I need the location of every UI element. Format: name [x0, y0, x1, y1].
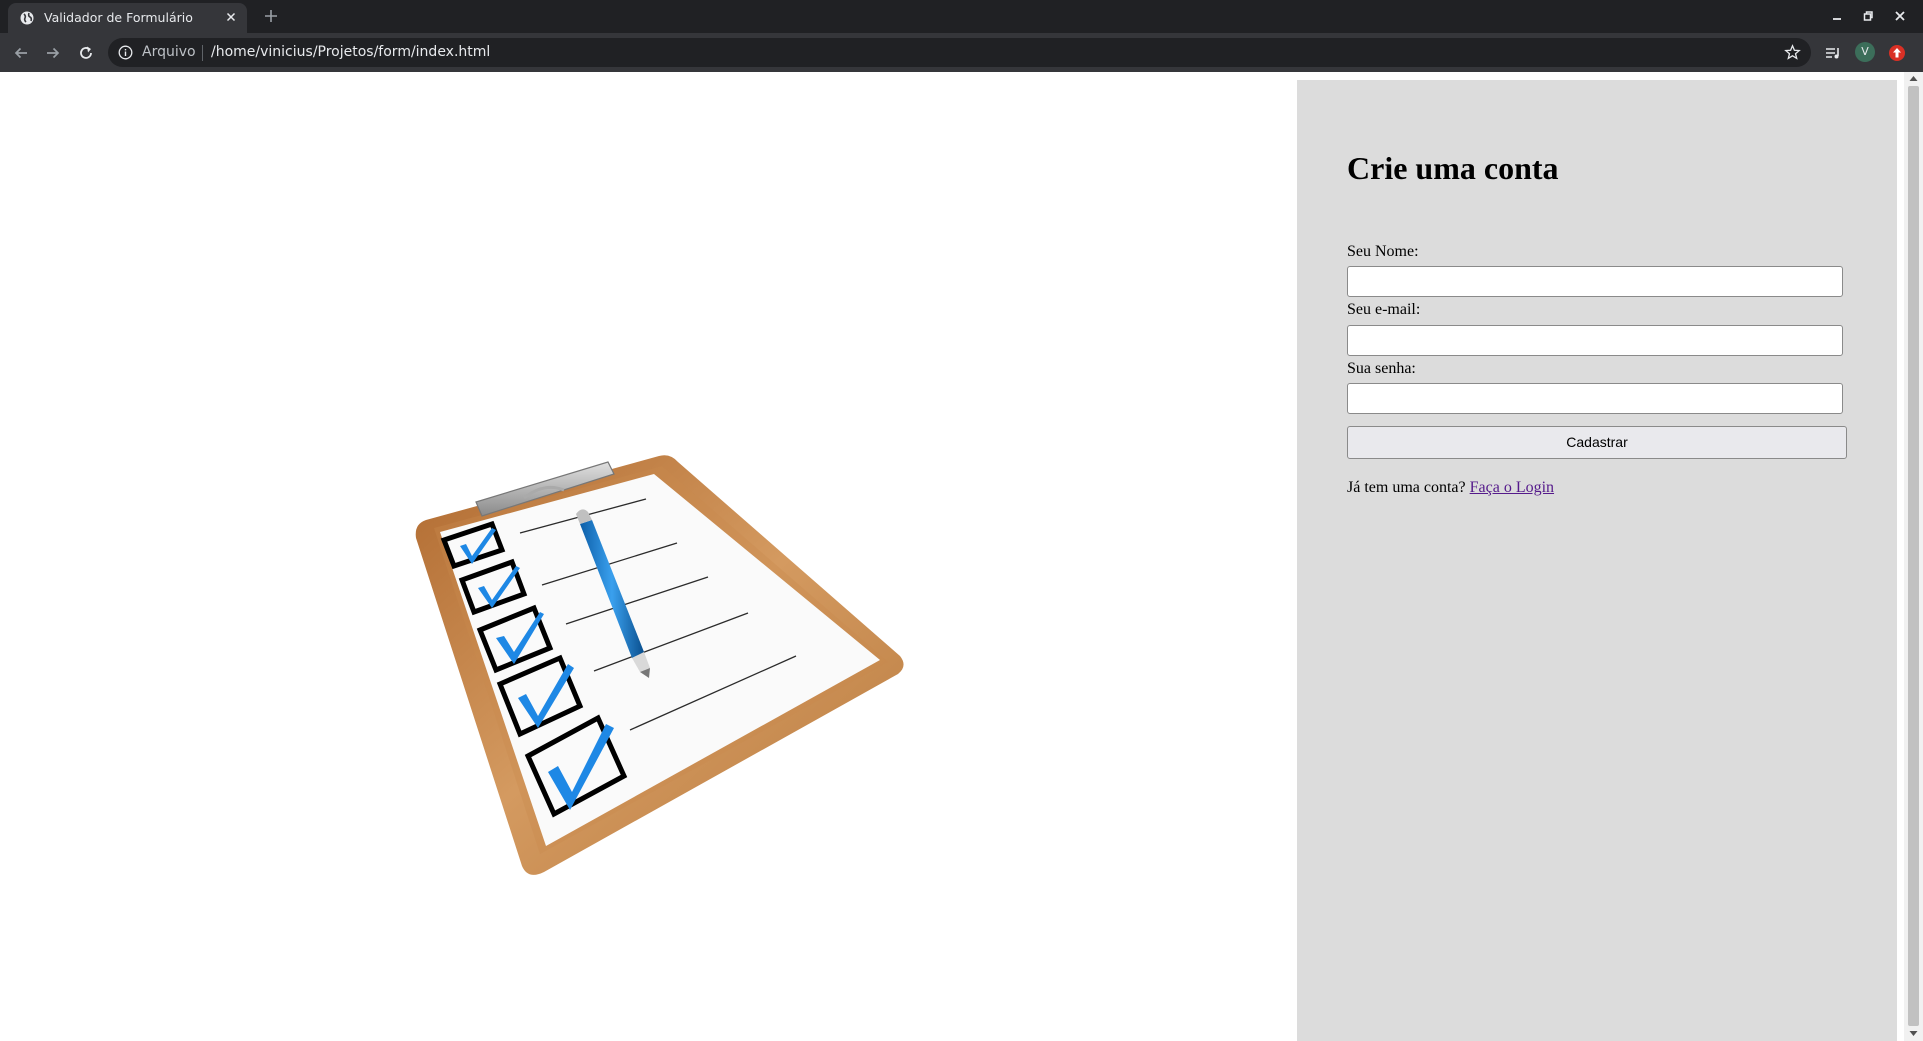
login-link[interactable]: Faça o Login — [1470, 479, 1554, 496]
url-divider — [202, 45, 203, 61]
extension-icon[interactable] — [1887, 43, 1907, 63]
back-arrow-icon[interactable] — [11, 43, 31, 63]
reload-icon[interactable] — [76, 43, 96, 63]
page-viewport: Crie uma conta Seu Nome: Seu e-mail: Sua… — [0, 72, 1923, 1041]
tab-strip: Validador de Formulário — [0, 0, 1923, 33]
login-prompt-text: Já tem uma conta? — [1347, 479, 1466, 496]
submit-button[interactable]: Cadastrar — [1347, 426, 1847, 459]
star-icon[interactable] — [1784, 44, 1801, 61]
email-label: Seu e-mail: — [1347, 301, 1421, 318]
forward-arrow-icon[interactable] — [43, 43, 63, 63]
password-label: Sua senha: — [1347, 360, 1416, 377]
globe-icon — [20, 11, 34, 25]
url-text[interactable]: /home/vinicius/Projetos/form/index.html — [211, 44, 490, 60]
form-title: Crie uma conta — [1347, 150, 1559, 186]
scroll-up-arrow-icon[interactable] — [1909, 75, 1918, 82]
restore-icon[interactable] — [1861, 9, 1875, 23]
info-icon[interactable] — [118, 45, 133, 60]
address-bar[interactable]: Arquivo /home/vinicius/Projetos/form/ind… — [108, 38, 1811, 67]
scheme-label: Arquivo — [142, 44, 196, 60]
login-prompt-line: Já tem uma conta? Faça o Login — [1347, 479, 1554, 497]
avatar[interactable]: V — [1855, 42, 1875, 62]
scroll-thumb[interactable] — [1908, 86, 1919, 1026]
browser-toolbar: Arquivo /home/vinicius/Projetos/form/ind… — [0, 33, 1923, 72]
minimize-icon[interactable] — [1830, 9, 1844, 23]
window-close-icon[interactable] — [1893, 9, 1907, 23]
signup-panel: Crie uma conta Seu Nome: Seu e-mail: Sua… — [1297, 80, 1897, 1041]
close-icon[interactable] — [223, 9, 239, 25]
scroll-down-arrow-icon[interactable] — [1909, 1030, 1918, 1037]
password-input[interactable] — [1347, 383, 1843, 414]
browser-tab[interactable]: Validador de Formulário — [8, 3, 247, 33]
email-input[interactable] — [1347, 325, 1843, 356]
new-tab-plus-icon[interactable] — [262, 7, 280, 25]
tab-title: Validador de Formulário — [44, 10, 193, 25]
vertical-scrollbar[interactable] — [1904, 72, 1923, 1041]
name-label: Seu Nome: — [1347, 243, 1419, 260]
clipboard-checklist-illustration — [415, 455, 904, 875]
media-queue-icon[interactable] — [1823, 43, 1843, 63]
name-input[interactable] — [1347, 266, 1843, 297]
